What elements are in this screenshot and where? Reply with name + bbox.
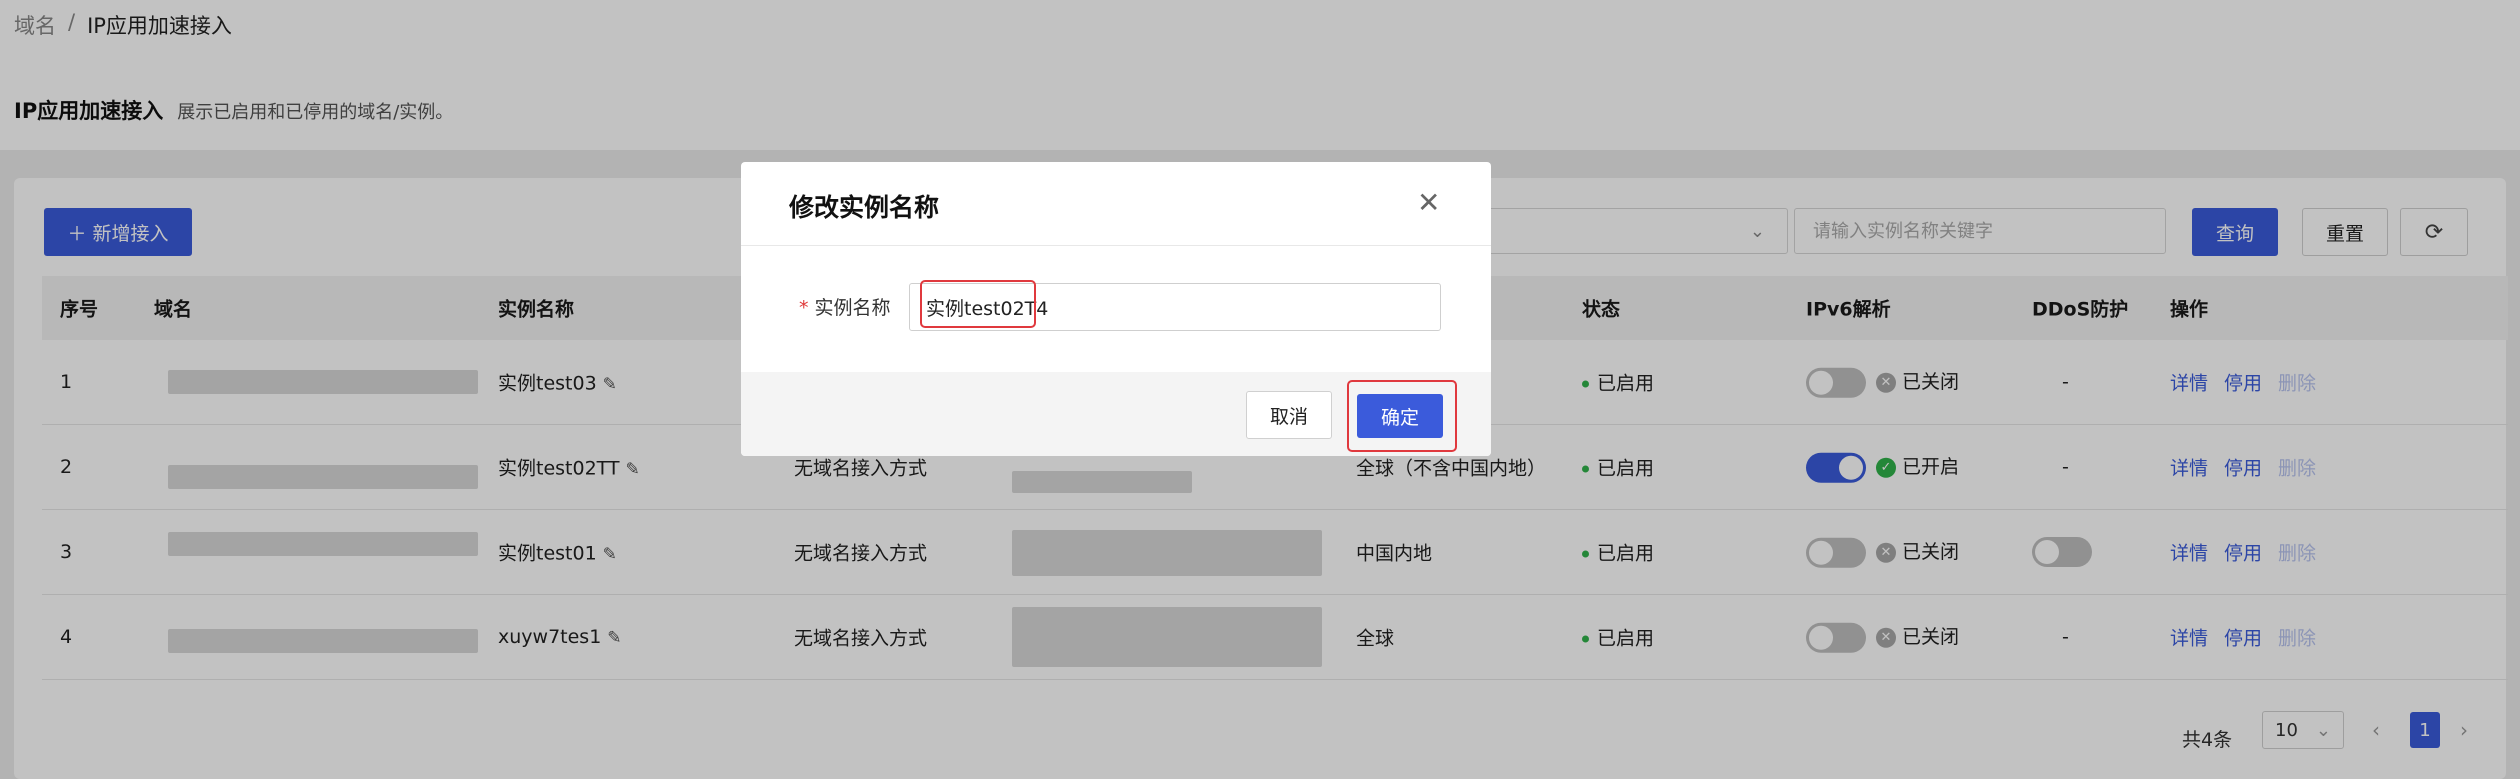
rename-instance-dialog: 修改实例名称 ✕ *实例名称 取消 确定 [741,162,1491,456]
instance-name-label: * 实例名称 [799,293,891,320]
dialog-header: 修改实例名称 ✕ [741,162,1491,246]
required-mark: * [799,297,809,319]
instance-name-label-text: 实例名称 [814,297,891,319]
dialog-title: 修改实例名称 [789,193,940,222]
close-icon[interactable]: ✕ [1417,186,1440,219]
input-highlight [920,280,1036,328]
cancel-button[interactable]: 取消 [1246,391,1332,439]
confirm-button[interactable]: 确定 [1357,394,1443,438]
